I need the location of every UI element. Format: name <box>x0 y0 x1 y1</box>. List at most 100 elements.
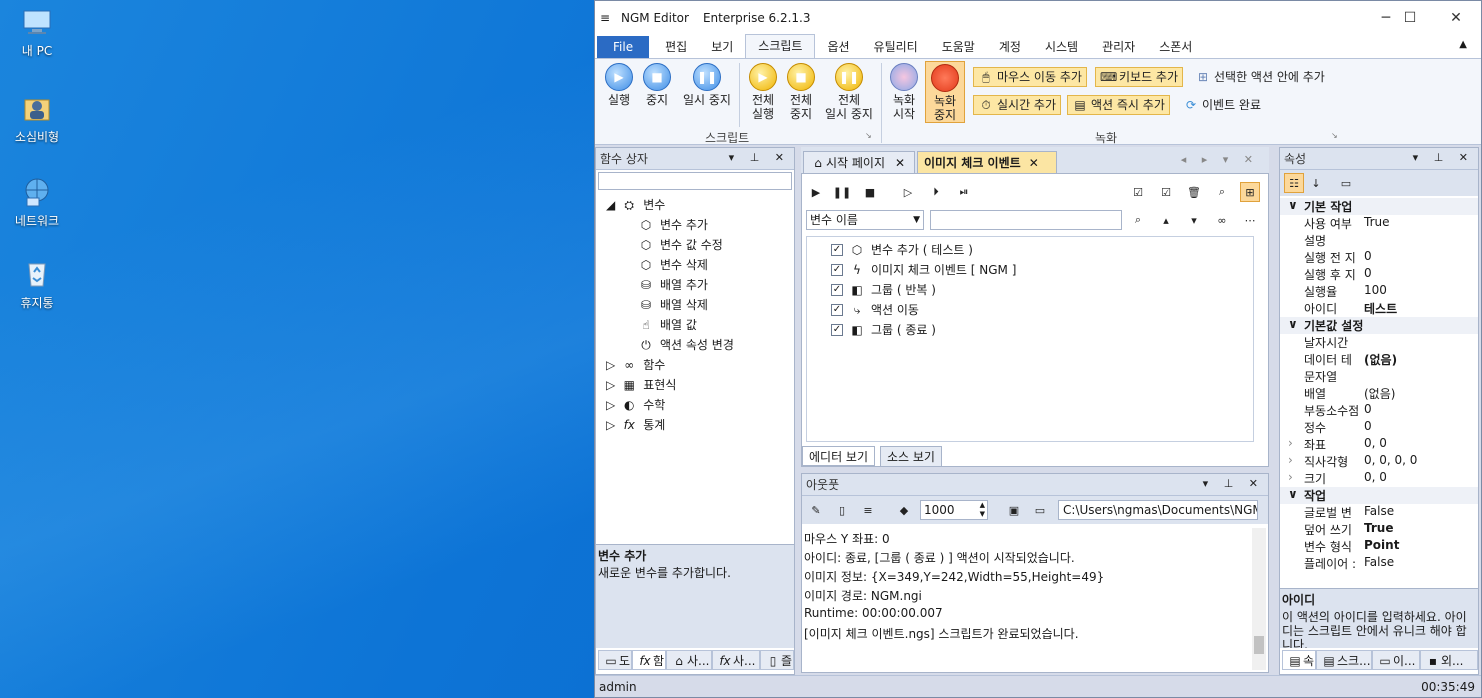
close-button[interactable]: ✕ <box>1433 1 1479 35</box>
bottom-tab[interactable]: ▤ 스크... <box>1316 650 1372 670</box>
bottom-tab[interactable]: ▭ 이... <box>1372 650 1420 670</box>
bottom-tab[interactable]: ▯ 즐 <box>760 650 794 670</box>
menu-admin[interactable]: 관리자 <box>1090 36 1147 58</box>
tree-node-math[interactable]: ▷ ◐ 수학 <box>606 396 665 413</box>
menu-system[interactable]: 시스템 <box>1033 36 1090 58</box>
maximize-button[interactable]: ☐ <box>1387 1 1433 35</box>
bottom-tab[interactable]: fx 사... <box>712 650 760 670</box>
tab-source-view[interactable]: 소스 보기 <box>880 446 942 466</box>
desktop-icon-recycle-bin[interactable]: 휴지통 <box>2 258 72 311</box>
tree-item[interactable]: ⏻ 액션 속성 변경 <box>638 336 734 353</box>
tree-view-icon[interactable]: ⊞ <box>1240 182 1260 202</box>
checkbox[interactable]: ✓ <box>831 323 843 336</box>
checkbox[interactable]: ✓ <box>831 263 843 276</box>
output-path-field[interactable]: C:\Users\ngmas\Documents\NGM6\ <box>1058 500 1258 520</box>
list-item[interactable]: ✓ ⬡ 변수 추가 ( 테스트 ) <box>831 241 973 258</box>
eraser-icon[interactable]: ◆ <box>894 500 914 520</box>
tree-node-statistics[interactable]: ▷ fx 통계 <box>606 416 665 433</box>
property-row[interactable]: 문자열 <box>1280 368 1478 385</box>
dialog-launcher-icon[interactable]: ↘ <box>1331 131 1338 140</box>
realtime-add-button[interactable]: ⏱ 실시간 추가 <box>973 95 1062 115</box>
list-item[interactable]: ✓ ◧ 그룹 ( 종료 ) <box>831 321 936 338</box>
collapse-ribbon-icon[interactable]: ▲ <box>1459 39 1467 50</box>
property-category[interactable]: ∨ 작업 <box>1280 487 1478 504</box>
property-row[interactable]: › 좌표 0, 0 <box>1280 436 1478 453</box>
down-icon[interactable]: ▾ <box>1184 210 1204 230</box>
tab-start-page[interactable]: ⌂ 시작 페이지 ✕ <box>803 151 915 173</box>
menu-options[interactable]: 옵션 <box>815 36 861 58</box>
mouse-move-add-button[interactable]: 🖱 마우스 이동 추가 <box>973 67 1087 87</box>
desktop-icon-network[interactable]: 네트워크 <box>2 176 72 229</box>
tree-item[interactable]: ⛁ 배열 삭제 <box>638 296 708 313</box>
dialog-launcher-icon[interactable]: ↘ <box>865 131 872 140</box>
bottom-tab[interactable]: ▪ 외... <box>1420 650 1478 670</box>
panel-controls[interactable]: ▾ ⊥ ✕ <box>729 151 790 164</box>
tree-item[interactable]: ⬡ 변수 삭제 <box>638 256 708 273</box>
panel-controls[interactable]: ▾ ⊥ ✕ <box>1203 477 1264 490</box>
tree-item[interactable]: ⛁ 배열 추가 <box>638 276 708 293</box>
record-start-button[interactable]: 녹화 시작 <box>887 63 921 121</box>
tree-node-functions[interactable]: ▷ ∞ 함수 <box>606 356 665 373</box>
app-menu-icon[interactable]: ≡ <box>597 10 613 26</box>
bottom-tab[interactable]: ▭ 도 <box>598 650 632 670</box>
run-all-button[interactable]: ▶ 전체 실행 <box>745 63 781 121</box>
list-item[interactable]: ✓ ⤷ 액션 이동 <box>831 301 919 318</box>
close-tab-icon[interactable]: ✕ <box>1029 156 1039 170</box>
property-pages-icon[interactable]: ▭ <box>1336 173 1356 193</box>
keyboard-add-button[interactable]: ⌨ 키보드 추가 <box>1095 67 1184 87</box>
save-icon[interactable]: ▣ <box>1004 500 1024 520</box>
tree-item[interactable]: ⬡ 변수 추가 <box>638 216 708 233</box>
search-icon[interactable]: ⌕ <box>1212 182 1232 202</box>
play-step-icon[interactable]: ⏵ <box>926 182 946 202</box>
add-in-action-button[interactable]: ⊞ 선택한 액션 안에 추가 <box>1191 67 1329 87</box>
property-category[interactable]: ∨ 기본값 설정 <box>1280 317 1478 334</box>
property-row[interactable]: 정수 0 <box>1280 419 1478 436</box>
property-row[interactable]: 데이터 테 (없음) <box>1280 351 1478 368</box>
property-row[interactable]: 부동소수점 0 <box>1280 402 1478 419</box>
menu-account[interactable]: 계정 <box>987 36 1033 58</box>
property-row[interactable]: 실행 후 지0 <box>1280 266 1478 283</box>
run-button[interactable]: ▶ 실행 <box>601 63 637 107</box>
property-row[interactable]: 실행율 100 <box>1280 283 1478 300</box>
property-row[interactable]: 사용 여부 True <box>1280 215 1478 232</box>
property-row[interactable]: 설명 <box>1280 232 1478 249</box>
property-row[interactable]: 덮어 쓰기 True <box>1280 521 1478 538</box>
property-row[interactable]: 실행 전 지0 <box>1280 249 1478 266</box>
variable-name-select[interactable]: 변수 이름 ▼ <box>806 210 924 230</box>
tab-editor-view[interactable]: 에디터 보기 <box>802 446 876 466</box>
scrollbar-thumb[interactable] <box>1254 636 1264 654</box>
panel-controls[interactable]: ▾ ⊥ ✕ <box>1413 151 1474 164</box>
desktop-icon-pc[interactable]: 내 PC <box>2 6 72 59</box>
output-scrollbar[interactable] <box>1252 528 1266 670</box>
categorized-icon[interactable]: ☷ <box>1284 173 1304 193</box>
property-row[interactable]: 아이디 테스트 <box>1280 300 1478 317</box>
bottom-tab[interactable]: ▤ 속 <box>1282 650 1316 670</box>
property-row[interactable]: › 크기 0, 0 <box>1280 470 1478 487</box>
record-stop-button[interactable]: 녹화 중지 <box>925 61 965 123</box>
pause-button[interactable]: ❚❚ 일시 중지 <box>679 63 735 107</box>
play-outline-icon[interactable]: ▷ <box>898 182 918 202</box>
tab-nav-controls[interactable]: ◂ ▸ ▾ ✕ <box>1181 153 1259 166</box>
file-search-icon[interactable]: ▯ <box>832 500 852 520</box>
menu-help[interactable]: 도움말 <box>930 36 987 58</box>
search-icon[interactable]: ⌕ <box>1128 210 1148 230</box>
property-category[interactable]: ∨ 기본 작업 <box>1280 198 1478 215</box>
list-item[interactable]: ✓ ◧ 그룹 ( 반복 ) <box>831 281 936 298</box>
menu-utility[interactable]: 유틸리티 <box>862 36 930 58</box>
pause-all-button[interactable]: ❚❚ 전체 일시 중지 <box>821 63 877 121</box>
checkbox[interactable]: ✓ <box>831 243 843 256</box>
function-search-input[interactable] <box>598 172 792 190</box>
menu-edit[interactable]: 편집 <box>653 36 699 58</box>
checkbox[interactable]: ✓ <box>831 283 843 296</box>
play-frame-icon[interactable]: ⏯ <box>954 182 974 202</box>
stop-all-button[interactable]: ■ 전체 중지 <box>783 63 819 121</box>
action-now-add-button[interactable]: ▤ 액션 즉시 추가 <box>1067 95 1170 115</box>
editor-search-input[interactable] <box>930 210 1122 230</box>
menu-file[interactable]: File <box>597 36 650 58</box>
more-icon[interactable]: ⋯ <box>1240 210 1260 230</box>
bottom-tab[interactable]: ⌂ 사... <box>666 650 712 670</box>
property-row[interactable]: 글로벌 변 False <box>1280 504 1478 521</box>
folder-icon[interactable]: ▭ <box>1030 500 1050 520</box>
menu-sponsor[interactable]: 스폰서 <box>1147 36 1204 58</box>
sort-az-icon[interactable]: ↓ <box>1306 173 1326 193</box>
